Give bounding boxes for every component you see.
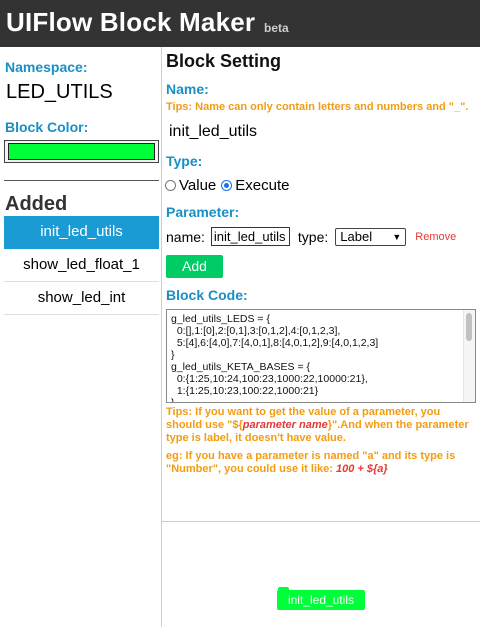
add-parameter-button[interactable]: Add — [166, 255, 223, 278]
code-scrollbar-thumb[interactable] — [466, 313, 472, 341]
tip2-example: 100 + ${a} — [335, 463, 388, 475]
type-value-radio[interactable] — [165, 180, 176, 191]
block-setting-title: Block Setting — [166, 51, 282, 71]
block-code-text[interactable]: g_led_utils_LEDS = { 0:[],1:[0],2:[0,1],… — [171, 313, 378, 402]
name-label: Name: — [166, 81, 209, 97]
added-title: Added — [5, 193, 68, 215]
type-execute-radio[interactable] — [221, 180, 233, 191]
parameter-usage-tip: Tips: If you want to get the value of a … — [166, 406, 478, 445]
beta-badge: beta — [264, 21, 289, 35]
type-execute-label[interactable]: Execute — [235, 177, 289, 194]
block-preview-notch — [278, 587, 289, 591]
block-color-picker[interactable] — [4, 140, 159, 163]
block-color-label: Block Color: — [5, 119, 89, 135]
block-setting-panel: Block Setting Name: Tips: Name can only … — [162, 47, 480, 627]
block-item-show-led-int[interactable]: show_led_int — [4, 282, 159, 315]
parameter-example-tip: eg: If you have a parameter is named "a"… — [166, 450, 478, 476]
block-name-input[interactable]: init_led_utils — [169, 123, 257, 141]
block-item-init-led-utils[interactable]: init_led_utils — [4, 216, 159, 249]
code-scrollbar[interactable] — [463, 310, 475, 402]
block-preview[interactable]: init_led_utils — [277, 587, 365, 610]
parameter-label: Parameter: — [166, 204, 240, 220]
param-type-select[interactable]: Label ▼ — [335, 227, 407, 246]
type-value-label[interactable]: Value — [179, 177, 216, 194]
sidebar: Namespace: LED_UTILS Block Color: Added … — [0, 47, 162, 627]
chevron-down-icon: ▼ — [392, 231, 402, 242]
tip2-text: eg: If you have a parameter is named "a"… — [166, 450, 456, 475]
app-title: UIFlow Block Maker — [6, 7, 256, 37]
param-type-label: type: — [297, 228, 329, 245]
param-name-input[interactable]: init_led_utils — [210, 227, 290, 246]
namespace-label: Namespace: — [5, 59, 88, 75]
app-header: UIFlow Block Maker beta — [0, 0, 480, 47]
block-color-swatch — [8, 143, 155, 160]
block-code-label: Block Code: — [166, 287, 248, 303]
added-block-list: init_led_utils show_led_float_1 show_led… — [4, 216, 159, 315]
block-preview-label: init_led_utils — [287, 593, 355, 607]
sidebar-divider — [4, 180, 159, 181]
remove-parameter-link[interactable]: Remove — [415, 231, 456, 243]
parameter-row: name: init_led_utils type: Label ▼ Remov… — [166, 227, 456, 246]
type-label: Type: — [166, 153, 203, 169]
type-radio-group: Value Execute — [165, 177, 294, 194]
param-name-label: name: — [166, 228, 205, 245]
preview-divider — [162, 521, 480, 522]
tip1-param: parameter name — [242, 419, 328, 431]
block-item-show-led-float-1[interactable]: show_led_float_1 — [4, 249, 159, 282]
namespace-value[interactable]: LED_UTILS — [6, 81, 113, 104]
block-code-editor[interactable]: g_led_utils_LEDS = { 0:[],1:[0],2:[0,1],… — [166, 309, 476, 403]
name-tip: Tips: Name can only contain letters and … — [166, 101, 469, 113]
param-type-value: Label — [340, 229, 373, 244]
